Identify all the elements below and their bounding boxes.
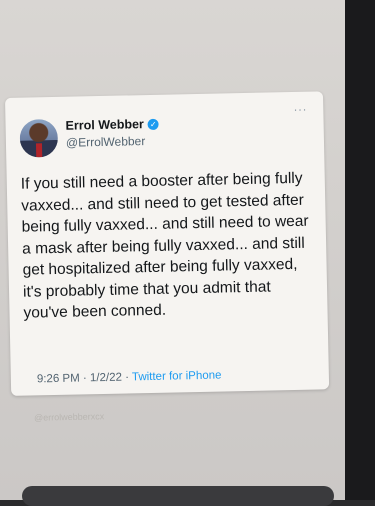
author-name-row: Errol Webber ✓ (65, 117, 159, 133)
tweet-text: If you still need a booster after being … (20, 169, 309, 322)
tweet-meta: 9:26 PM · 1/2/22 · Twitter for iPhone (37, 370, 222, 386)
tweet-date: 1/2/22 (89, 371, 123, 385)
bottom-bar (22, 486, 334, 506)
tweet-source-link[interactable]: Twitter for iPhone (132, 370, 222, 384)
meta-separator: · (125, 371, 130, 384)
verified-badge-icon: ✓ (147, 118, 159, 130)
more-options-icon[interactable]: ··· (294, 104, 308, 117)
author-avatar[interactable] (19, 118, 59, 158)
meta-separator: · (82, 372, 87, 385)
author-handle[interactable]: @ErrolWebber (66, 134, 146, 150)
watermark: @errolwebberxcx (33, 411, 105, 423)
tweet-card[interactable]: Errol Webber ✓ @ErrolWebber ··· If you s… (5, 91, 330, 396)
screen-bezel (345, 0, 375, 500)
tweet-time: 9:26 PM (36, 372, 80, 386)
author-name[interactable]: Errol Webber (65, 117, 144, 133)
phone-screen: Errol Webber ✓ @ErrolWebber ··· If you s… (0, 0, 345, 500)
